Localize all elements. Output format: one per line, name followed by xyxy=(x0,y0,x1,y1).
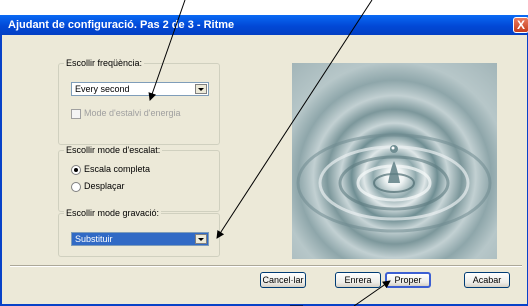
record-mode-selected-value: Substituir xyxy=(75,234,113,244)
scale-legend: Escollir mode d'escalat: xyxy=(64,145,163,155)
energy-saving-checkbox[interactable] xyxy=(71,109,81,119)
window-title: Ajudant de configuració. Pas 2 de 3 - Ri… xyxy=(8,19,235,31)
scale-group: Escollir mode d'escalat: Escala completa… xyxy=(58,145,220,212)
title-bar: Ajudant de configuració. Pas 2 de 3 - Ri… xyxy=(0,15,528,35)
record-mode-select[interactable]: Substituir xyxy=(71,232,209,246)
finish-button[interactable]: Acabar xyxy=(464,272,510,288)
energy-saving-label: Mode d'estalvi d'energia xyxy=(84,108,181,118)
frequency-legend: Escollir freqüència: xyxy=(64,58,145,68)
frequency-select[interactable]: Every second xyxy=(71,82,209,96)
water-drop-photo-art xyxy=(296,133,492,233)
next-button[interactable]: Proper xyxy=(385,272,431,288)
close-icon: X xyxy=(516,18,525,32)
scale-option-full-label: Escala completa xyxy=(84,164,151,174)
scale-option-scroll-radio[interactable] xyxy=(71,182,81,192)
frequency-group: Escollir freqüència: Every second Mode d… xyxy=(58,58,220,145)
close-button[interactable]: X xyxy=(513,17,528,33)
footer-divider xyxy=(10,265,522,267)
frequency-selected-value: Every second xyxy=(75,84,130,94)
chevron-down-icon[interactable] xyxy=(195,234,207,244)
record-mode-legend: Escollir mode gravació: xyxy=(64,208,162,218)
scale-option-full-radio[interactable] xyxy=(71,165,81,175)
water-drop-image xyxy=(292,63,497,259)
scale-option-scroll-label: Desplaçar xyxy=(84,181,125,191)
wizard-window: Ajudant de configuració. Pas 2 de 3 - Ri… xyxy=(0,15,528,306)
record-mode-group: Escollir mode gravació: Substituir xyxy=(58,208,220,257)
chevron-down-icon[interactable] xyxy=(195,84,207,94)
cancel-button[interactable]: Cancel·lar xyxy=(260,272,306,288)
back-button[interactable]: Enrera xyxy=(335,272,381,288)
